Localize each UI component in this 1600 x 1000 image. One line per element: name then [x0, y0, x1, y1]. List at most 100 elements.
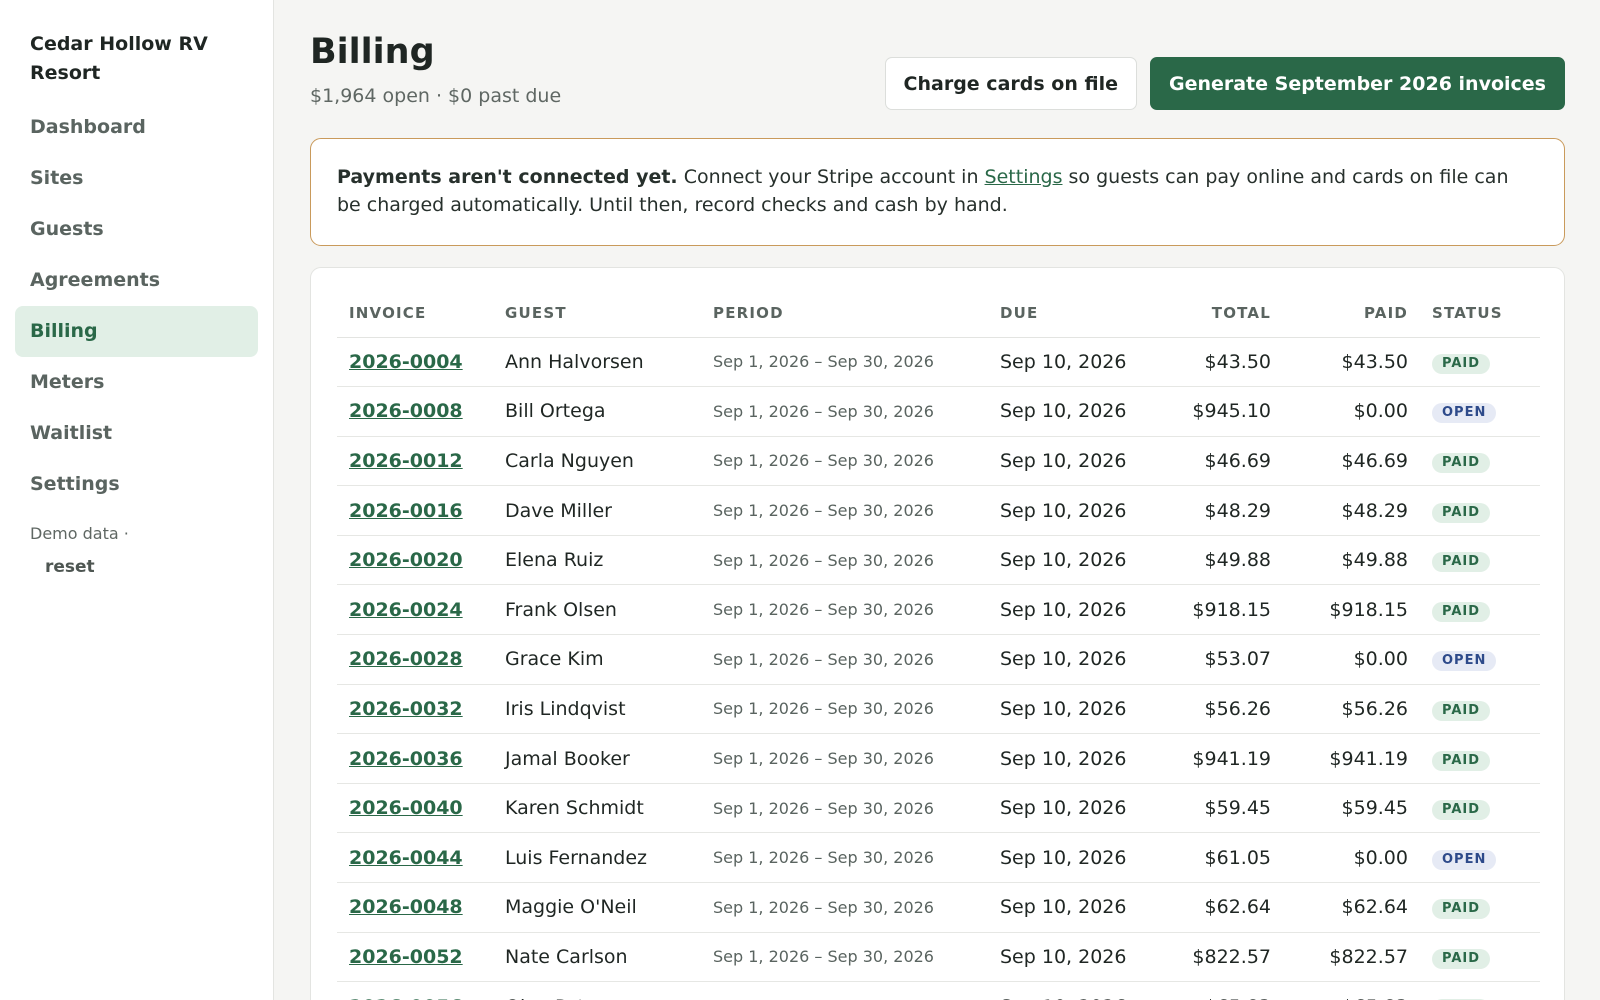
brand-name: Cedar Hollow RV Resort	[30, 33, 208, 84]
invoice-link[interactable]: 2026-0024	[349, 599, 463, 621]
invoice-cell: 2026-0024	[337, 584, 493, 636]
paid-cell: $65.83	[1283, 981, 1420, 1000]
due-cell: Sep 10, 2026	[988, 932, 1142, 983]
status-badge: PAID	[1432, 552, 1491, 573]
table-row[interactable]: 2026-0028 Grace Kim Sep 1, 2026 – Sep 30, …	[337, 634, 1540, 685]
paid-cell: $48.29	[1283, 485, 1420, 536]
total-cell: $48.29	[1142, 485, 1283, 536]
guest-cell: Maggie O'Neil	[493, 882, 701, 933]
sidebar-item-agreements[interactable]: Agreements	[15, 255, 258, 306]
total-cell: $49.88	[1142, 535, 1283, 586]
status-cell: PAID	[1420, 684, 1540, 735]
table-row[interactable]: 2026-0040 Karen Schmidt Sep 1, 2026 – Sep …	[337, 783, 1540, 834]
due-cell: Sep 10, 2026	[988, 981, 1142, 1000]
demo-reset-button[interactable]: reset	[45, 557, 95, 577]
guest-cell: Karen Schmidt	[493, 783, 701, 834]
due-cell: Sep 10, 2026	[988, 832, 1142, 884]
invoice-link[interactable]: 2026-0008	[349, 400, 463, 422]
invoice-link[interactable]: 2026-0036	[349, 748, 463, 770]
total-cell: $61.05	[1142, 832, 1283, 884]
header-actions: Charge cards on file Generate September …	[884, 57, 1565, 110]
period-cell: Sep 1, 2026 – Sep 30, 2026	[701, 882, 988, 933]
status-cell: PAID	[1420, 584, 1540, 636]
total-cell: $56.26	[1142, 684, 1283, 735]
invoice-cell: 2026-0016	[337, 485, 493, 536]
generate-invoices-button[interactable]: Generate September 2026 invoices	[1149, 57, 1565, 110]
status-cell: OPEN	[1420, 386, 1540, 437]
invoice-cell: 2026-0004	[337, 337, 493, 388]
status-badge: PAID	[1432, 800, 1491, 821]
settings-link[interactable]: Settings	[985, 166, 1063, 188]
period-cell: Sep 1, 2026 – Sep 30, 2026	[701, 832, 988, 884]
status-badge: OPEN	[1432, 849, 1497, 870]
status-badge: PAID	[1432, 601, 1491, 622]
column-header-paid[interactable]: PAID	[1283, 290, 1420, 338]
status-cell: OPEN	[1420, 634, 1540, 685]
table-row[interactable]: 2026-0048 Maggie O'Neil Sep 1, 2026 – Sep …	[337, 882, 1540, 933]
invoice-link[interactable]: 2026-0040	[349, 797, 463, 819]
invoice-link[interactable]: 2026-0056	[349, 996, 463, 1000]
invoice-link[interactable]: 2026-0048	[349, 896, 463, 918]
paid-cell: $0.00	[1283, 386, 1420, 437]
column-header-status[interactable]: STATUS	[1420, 290, 1540, 338]
guest-cell: Dave Miller	[493, 485, 701, 536]
invoice-cell: 2026-0008	[337, 386, 493, 437]
guest-cell: Nate Carlson	[493, 932, 701, 983]
column-header-invoice[interactable]: INVOICE	[337, 290, 493, 338]
invoice-link[interactable]: 2026-0020	[349, 549, 463, 571]
table-row[interactable]: 2026-0052 Nate Carlson Sep 1, 2026 – Sep 3…	[337, 932, 1540, 983]
table-row[interactable]: 2026-0056 Olga PetrovSep 1, 2026 – Sep 30…	[337, 981, 1540, 1000]
demo-data-label: Demo data ·	[30, 524, 129, 543]
due-cell: Sep 10, 2026	[988, 535, 1142, 586]
table-row[interactable]: 2026-0004 Ann Halvorsen Sep 1, 2026 – Sep …	[337, 337, 1540, 388]
status-cell: PAID	[1420, 535, 1540, 586]
table-row[interactable]: 2026-0020 Elena Ruiz Sep 1, 2026 – Sep 30,…	[337, 535, 1540, 586]
sidebar-nav: Dashboard Sites Guests Agreements Billin…	[15, 102, 258, 510]
period-cell: Sep 1, 2026 – Sep 30, 2026	[701, 584, 988, 636]
table-row[interactable]: 2026-0016 Dave Miller Sep 1, 2026 – Sep 30…	[337, 485, 1540, 536]
sidebar-item-waitlist[interactable]: Waitlist	[15, 408, 258, 459]
table-row[interactable]: 2026-0036 Jamal Booker Sep 1, 2026 – Sep 3…	[337, 733, 1540, 784]
paid-cell: $49.88	[1283, 535, 1420, 586]
sidebar-item-dashboard[interactable]: Dashboard	[15, 102, 258, 153]
invoice-link[interactable]: 2026-0028	[349, 648, 463, 670]
invoice-cell: 2026-0012	[337, 436, 493, 487]
status-badge: PAID	[1432, 452, 1491, 473]
invoice-link[interactable]: 2026-0004	[349, 351, 463, 373]
table-row[interactable]: 2026-0032 Iris Lindqvist Sep 1, 2026 – Sep…	[337, 684, 1540, 735]
column-header-guest[interactable]: GUEST	[493, 290, 701, 338]
due-cell: Sep 10, 2026	[988, 783, 1142, 834]
invoice-link[interactable]: 2026-0044	[349, 847, 463, 869]
guest-cell: Frank Olsen	[493, 584, 701, 636]
invoice-cell: 2026-0032	[337, 684, 493, 735]
charge-cards-button[interactable]: Charge cards on file	[884, 57, 1137, 110]
billing-summary: $1,964 open · $0 past due	[310, 85, 562, 107]
invoice-cell: 2026-0020	[337, 535, 493, 586]
status-cell: PAID	[1420, 882, 1540, 933]
sidebar-item-billing[interactable]: Billing	[15, 306, 258, 357]
guest-cell: Elena Ruiz	[493, 535, 701, 586]
sidebar-item-meters[interactable]: Meters	[15, 357, 258, 408]
guest-cell: Luis Fernandez	[493, 832, 701, 884]
paid-cell: $0.00	[1283, 634, 1420, 685]
sidebar-item-settings[interactable]: Settings	[15, 459, 258, 510]
invoice-link[interactable]: 2026-0032	[349, 698, 463, 720]
table-row[interactable]: 2026-0044 Luis Fernandez Sep 1, 2026 – Sep…	[337, 832, 1540, 884]
status-cell: PAID	[1420, 485, 1540, 536]
invoice-link[interactable]: 2026-0052	[349, 946, 463, 968]
table-row[interactable]: 2026-0012 Carla Nguyen Sep 1, 2026 – Sep 3…	[337, 436, 1540, 487]
sidebar-item-sites[interactable]: Sites	[15, 153, 258, 204]
column-header-due[interactable]: DUE	[988, 290, 1142, 338]
invoice-link[interactable]: 2026-0012	[349, 450, 463, 472]
column-header-period[interactable]: PERIOD	[701, 290, 988, 338]
table-row[interactable]: 2026-0008 Bill Ortega Sep 1, 2026 – Sep 30…	[337, 386, 1540, 437]
column-header-total[interactable]: TOTAL	[1142, 290, 1283, 338]
total-cell: $46.69	[1142, 436, 1283, 487]
status-cell: PAID	[1420, 733, 1540, 784]
status-cell: PAID	[1420, 337, 1540, 388]
sidebar-item-guests[interactable]: Guests	[15, 204, 258, 255]
paid-cell: $822.57	[1283, 932, 1420, 983]
table-row[interactable]: 2026-0024 Frank Olsen Sep 1, 2026 – Sep 30…	[337, 584, 1540, 636]
paid-cell: $46.69	[1283, 436, 1420, 487]
invoice-link[interactable]: 2026-0016	[349, 500, 463, 522]
